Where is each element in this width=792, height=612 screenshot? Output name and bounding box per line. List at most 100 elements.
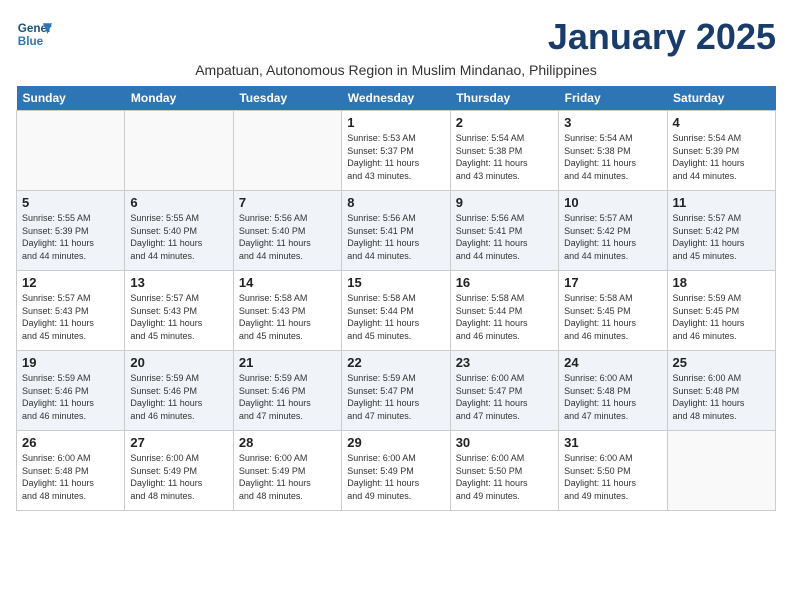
calendar-cell: 5Sunrise: 5:55 AM Sunset: 5:39 PM Daylig… xyxy=(17,191,125,271)
calendar-cell: 26 Sunrise: 6:00 AM Sunset: 5:48 PM Dayli… xyxy=(17,431,125,511)
day-info: Sunrise: 6:00 AM Sunset: 5:49 PM Dayligh… xyxy=(239,452,336,502)
header: General Blue January 2025 xyxy=(16,16,776,58)
day-number: 8 xyxy=(347,195,444,210)
weekday-monday: Monday xyxy=(125,86,233,111)
day-info: Sunrise: 6:00 AM Sunset: 5:50 PM Dayligh… xyxy=(456,452,553,502)
day-info: Sunrise: 5:55 AM Sunset: 5:39 PM Dayligh… xyxy=(22,212,119,262)
calendar-cell: 3Sunrise: 5:54 AM Sunset: 5:38 PM Daylig… xyxy=(559,111,667,191)
day-info: Sunrise: 5:56 AM Sunset: 5:41 PM Dayligh… xyxy=(456,212,553,262)
day-info: Sunrise: 5:58 AM Sunset: 5:45 PM Dayligh… xyxy=(564,292,661,342)
day-number: 21 xyxy=(239,355,336,370)
month-title: January 2025 xyxy=(548,16,776,58)
day-info: Sunrise: 5:59 AM Sunset: 5:46 PM Dayligh… xyxy=(239,372,336,422)
day-info: Sunrise: 5:53 AM Sunset: 5:37 PM Dayligh… xyxy=(347,132,444,182)
day-info: Sunrise: 5:54 AM Sunset: 5:38 PM Dayligh… xyxy=(564,132,661,182)
calendar-table: SundayMondayTuesdayWednesdayThursdayFrid… xyxy=(16,86,776,511)
calendar-cell: 10Sunrise: 5:57 AM Sunset: 5:42 PM Dayli… xyxy=(559,191,667,271)
day-info: Sunrise: 5:58 AM Sunset: 5:44 PM Dayligh… xyxy=(347,292,444,342)
day-number: 23 xyxy=(456,355,553,370)
day-number: 14 xyxy=(239,275,336,290)
day-info: Sunrise: 5:56 AM Sunset: 5:41 PM Dayligh… xyxy=(347,212,444,262)
day-number: 25 xyxy=(673,355,770,370)
day-info: Sunrise: 6:00 AM Sunset: 5:48 PM Dayligh… xyxy=(564,372,661,422)
day-number: 27 xyxy=(130,435,227,450)
day-info: Sunrise: 5:57 AM Sunset: 5:43 PM Dayligh… xyxy=(22,292,119,342)
logo: General Blue xyxy=(16,16,52,52)
day-info: Sunrise: 5:59 AM Sunset: 5:46 PM Dayligh… xyxy=(130,372,227,422)
day-info: Sunrise: 6:00 AM Sunset: 5:49 PM Dayligh… xyxy=(347,452,444,502)
day-info: Sunrise: 6:00 AM Sunset: 5:47 PM Dayligh… xyxy=(456,372,553,422)
day-number: 4 xyxy=(673,115,770,130)
day-info: Sunrise: 5:59 AM Sunset: 5:47 PM Dayligh… xyxy=(347,372,444,422)
calendar-cell: 15 Sunrise: 5:58 AM Sunset: 5:44 PM Dayli… xyxy=(342,271,450,351)
day-info: Sunrise: 5:56 AM Sunset: 5:40 PM Dayligh… xyxy=(239,212,336,262)
day-info: Sunrise: 5:57 AM Sunset: 5:42 PM Dayligh… xyxy=(564,212,661,262)
calendar-cell: 14Sunrise: 5:58 AM Sunset: 5:43 PM Dayli… xyxy=(233,271,341,351)
calendar-cell: 25 Sunrise: 6:00 AM Sunset: 5:48 PM Dayli… xyxy=(667,351,775,431)
weekday-thursday: Thursday xyxy=(450,86,558,111)
day-info: Sunrise: 5:54 AM Sunset: 5:38 PM Dayligh… xyxy=(456,132,553,182)
calendar-cell: 31 Sunrise: 6:00 AM Sunset: 5:50 PM Dayli… xyxy=(559,431,667,511)
calendar-cell: 7 Sunrise: 5:56 AM Sunset: 5:40 PM Daylig… xyxy=(233,191,341,271)
calendar-cell xyxy=(667,431,775,511)
day-info: Sunrise: 5:59 AM Sunset: 5:46 PM Dayligh… xyxy=(22,372,119,422)
calendar-cell: 30 Sunrise: 6:00 AM Sunset: 5:50 PM Dayli… xyxy=(450,431,558,511)
day-number: 11 xyxy=(673,195,770,210)
day-number: 22 xyxy=(347,355,444,370)
calendar-cell xyxy=(125,111,233,191)
calendar-cell: 21 Sunrise: 5:59 AM Sunset: 5:46 PM Dayli… xyxy=(233,351,341,431)
calendar-body: 1 Sunrise: 5:53 AM Sunset: 5:37 PM Daylig… xyxy=(17,111,776,511)
calendar-cell: 11Sunrise: 5:57 AM Sunset: 5:42 PM Dayli… xyxy=(667,191,775,271)
svg-text:Blue: Blue xyxy=(18,35,44,48)
calendar-cell: 9 Sunrise: 5:56 AM Sunset: 5:41 PM Daylig… xyxy=(450,191,558,271)
day-info: Sunrise: 6:00 AM Sunset: 5:50 PM Dayligh… xyxy=(564,452,661,502)
calendar-cell: 29Sunrise: 6:00 AM Sunset: 5:49 PM Dayli… xyxy=(342,431,450,511)
calendar-cell: 8 Sunrise: 5:56 AM Sunset: 5:41 PM Daylig… xyxy=(342,191,450,271)
day-number: 26 xyxy=(22,435,119,450)
day-number: 31 xyxy=(564,435,661,450)
day-number: 17 xyxy=(564,275,661,290)
week-row-1: 1 Sunrise: 5:53 AM Sunset: 5:37 PM Daylig… xyxy=(17,111,776,191)
calendar-cell: 4 Sunrise: 5:54 AM Sunset: 5:39 PM Daylig… xyxy=(667,111,775,191)
day-number: 15 xyxy=(347,275,444,290)
day-number: 30 xyxy=(456,435,553,450)
calendar-cell: 23 Sunrise: 6:00 AM Sunset: 5:47 PM Dayli… xyxy=(450,351,558,431)
week-row-5: 26 Sunrise: 6:00 AM Sunset: 5:48 PM Dayli… xyxy=(17,431,776,511)
subtitle: Ampatuan, Autonomous Region in Muslim Mi… xyxy=(16,62,776,78)
weekday-tuesday: Tuesday xyxy=(233,86,341,111)
calendar-cell: 17 Sunrise: 5:58 AM Sunset: 5:45 PM Dayli… xyxy=(559,271,667,351)
day-info: Sunrise: 6:00 AM Sunset: 5:48 PM Dayligh… xyxy=(22,452,119,502)
weekday-wednesday: Wednesday xyxy=(342,86,450,111)
day-number: 20 xyxy=(130,355,227,370)
weekday-saturday: Saturday xyxy=(667,86,775,111)
calendar-cell: 2 Sunrise: 5:54 AM Sunset: 5:38 PM Daylig… xyxy=(450,111,558,191)
calendar-cell xyxy=(17,111,125,191)
calendar-cell: 16 Sunrise: 5:58 AM Sunset: 5:44 PM Dayli… xyxy=(450,271,558,351)
calendar-cell: 18Sunrise: 5:59 AM Sunset: 5:45 PM Dayli… xyxy=(667,271,775,351)
day-number: 16 xyxy=(456,275,553,290)
day-info: Sunrise: 6:00 AM Sunset: 5:48 PM Dayligh… xyxy=(673,372,770,422)
calendar-cell: 22 Sunrise: 5:59 AM Sunset: 5:47 PM Dayli… xyxy=(342,351,450,431)
day-number: 13 xyxy=(130,275,227,290)
calendar-cell: 24Sunrise: 6:00 AM Sunset: 5:48 PM Dayli… xyxy=(559,351,667,431)
day-info: Sunrise: 5:55 AM Sunset: 5:40 PM Dayligh… xyxy=(130,212,227,262)
calendar-cell: 1 Sunrise: 5:53 AM Sunset: 5:37 PM Daylig… xyxy=(342,111,450,191)
day-number: 9 xyxy=(456,195,553,210)
weekday-friday: Friday xyxy=(559,86,667,111)
day-info: Sunrise: 5:54 AM Sunset: 5:39 PM Dayligh… xyxy=(673,132,770,182)
calendar-cell: 12 Sunrise: 5:57 AM Sunset: 5:43 PM Dayli… xyxy=(17,271,125,351)
calendar-cell xyxy=(233,111,341,191)
day-number: 2 xyxy=(456,115,553,130)
logo-icon: General Blue xyxy=(16,16,52,52)
calendar-cell: 19 Sunrise: 5:59 AM Sunset: 5:46 PM Dayli… xyxy=(17,351,125,431)
week-row-2: 5Sunrise: 5:55 AM Sunset: 5:39 PM Daylig… xyxy=(17,191,776,271)
day-number: 1 xyxy=(347,115,444,130)
day-info: Sunrise: 5:58 AM Sunset: 5:44 PM Dayligh… xyxy=(456,292,553,342)
day-number: 28 xyxy=(239,435,336,450)
day-number: 7 xyxy=(239,195,336,210)
day-number: 19 xyxy=(22,355,119,370)
day-info: Sunrise: 6:00 AM Sunset: 5:49 PM Dayligh… xyxy=(130,452,227,502)
calendar-cell: 28 Sunrise: 6:00 AM Sunset: 5:49 PM Dayli… xyxy=(233,431,341,511)
day-number: 12 xyxy=(22,275,119,290)
day-number: 18 xyxy=(673,275,770,290)
